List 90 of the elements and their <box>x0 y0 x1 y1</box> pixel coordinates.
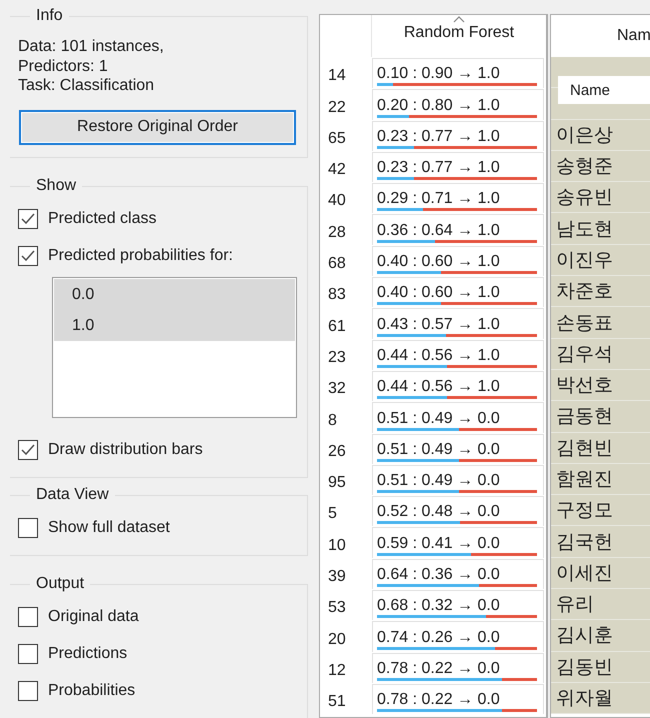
row-number: 5 <box>327 504 338 524</box>
row-number: 28 <box>327 222 347 243</box>
column-header[interactable]: Random Forest <box>404 24 514 42</box>
row-number: 51 <box>327 692 347 712</box>
prediction-text: 0.52 : 0.48 → 0.0 <box>377 503 500 522</box>
checkbox-label[interactable]: Show full dataset <box>48 519 170 537</box>
row-number: 32 <box>327 379 347 400</box>
table-cell: 김동빈 <box>551 652 650 683</box>
row-number: 26 <box>327 442 347 462</box>
prediction-text: 0.23 : 0.77 → 1.0 <box>377 159 500 178</box>
group-title: Output <box>30 574 90 594</box>
checkbox-label[interactable]: Predicted class <box>48 210 156 228</box>
table-cell: 송유빈 <box>551 182 650 214</box>
table-cell: 김현빈 <box>551 432 650 464</box>
table-cell: 위자월 <box>551 682 650 714</box>
row-number: 83 <box>327 285 347 306</box>
checkbox[interactable] <box>18 440 38 460</box>
prediction-text: 0.51 : 0.49 → 0.0 <box>377 410 500 428</box>
prediction-text: 0.78 : 0.22 → 0.0 <box>377 660 500 678</box>
table-cell: 함원진 <box>551 464 650 496</box>
info-text: Data: 101 instances, <box>18 37 165 56</box>
prediction-text: 0.20 : 0.80 → 1.0 <box>377 96 500 115</box>
table-cell: 박선호 <box>551 370 650 402</box>
row-number: 53 <box>327 598 347 618</box>
row-number: 42 <box>327 160 347 180</box>
checkbox[interactable] <box>18 644 38 664</box>
row-number: 68 <box>327 254 347 274</box>
table-cell: 손동표 <box>551 307 650 339</box>
table-cell: 이진우 <box>551 244 650 276</box>
table-cell: 금동현 <box>551 401 650 433</box>
prediction-text: 0.51 : 0.49 → 0.0 <box>377 472 500 490</box>
restore-order-button[interactable]: Restore Original Order <box>19 110 296 144</box>
prediction-text: 0.40 : 0.60 → 1.0 <box>377 253 500 272</box>
row-number: 12 <box>327 660 347 681</box>
checkbox[interactable] <box>18 607 38 627</box>
checkbox-label[interactable]: Draw distribution bars <box>48 441 203 459</box>
table-cell: 김국헌 <box>551 526 650 558</box>
row-number: 14 <box>327 66 347 86</box>
prediction-text: 0.59 : 0.41 → 0.0 <box>377 534 500 553</box>
table-cell: 김시훈 <box>551 620 650 652</box>
prediction-text: 0.51 : 0.49 → 0.0 <box>377 440 500 459</box>
row-number: 20 <box>327 630 347 650</box>
info-text: Task: Classification <box>18 76 156 96</box>
row-number: 40 <box>327 191 347 212</box>
list-item[interactable]: 0.0 <box>54 278 295 310</box>
row-number: 39 <box>327 567 347 588</box>
checkbox-label[interactable]: Probabilities <box>48 682 136 700</box>
checkbox[interactable] <box>18 246 38 266</box>
tooltip: Name <box>558 76 650 104</box>
table-cell: 김우석 <box>551 338 650 370</box>
checkbox[interactable] <box>18 681 38 701</box>
checkbox-label[interactable]: Original data <box>48 608 139 626</box>
checkmark-icon <box>21 213 35 225</box>
table-cell: 이은상 <box>551 120 650 151</box>
prediction-text: 0.43 : 0.57 → 1.0 <box>377 316 500 334</box>
row-number: 61 <box>327 316 347 337</box>
checkbox[interactable] <box>18 518 38 538</box>
row-number: 95 <box>327 473 347 494</box>
row-number: 10 <box>327 536 347 556</box>
checkmark-icon <box>21 250 35 262</box>
checkmark-icon <box>21 444 35 456</box>
prediction-text: 0.29 : 0.71 → 1.0 <box>377 190 500 208</box>
checkbox-label[interactable]: Predicted probabilities for: <box>48 247 233 265</box>
checkbox-label[interactable]: Predictions <box>48 645 128 663</box>
prediction-text: 0.78 : 0.22 → 0.0 <box>377 691 500 710</box>
prediction-text: 0.44 : 0.56 → 1.0 <box>377 378 500 396</box>
prediction-text: 0.64 : 0.36 → 0.0 <box>377 566 500 584</box>
prediction-text: 0.36 : 0.64 → 1.0 <box>377 222 500 240</box>
prediction-text: 0.68 : 0.32 → 0.0 <box>377 597 500 616</box>
info-text: Predictors: 1 <box>18 56 109 76</box>
table-cell: 차준호 <box>551 276 650 308</box>
table-cell: 송형준 <box>551 150 650 182</box>
table-cell: 남도현 <box>551 213 650 245</box>
row-number: 8 <box>327 410 338 431</box>
prediction-text: 0.74 : 0.26 → 0.0 <box>377 628 500 647</box>
sort-caret-icon <box>453 16 465 23</box>
row-number: 65 <box>327 128 347 149</box>
table-cell: 이세진 <box>551 558 650 590</box>
column-header[interactable]: Nam <box>617 27 650 45</box>
prediction-text: 0.23 : 0.77 → 1.0 <box>377 128 500 146</box>
prediction-text: 0.44 : 0.56 → 1.0 <box>377 346 500 365</box>
list-item[interactable]: 1.0 <box>54 310 295 340</box>
table-cell: 유리 <box>551 589 650 620</box>
table-cell: 구정모 <box>551 495 650 526</box>
row-number: 23 <box>327 348 347 368</box>
class-listbox[interactable]: 0.0 1.0 <box>52 276 297 418</box>
row-number: 22 <box>327 98 347 118</box>
prediction-text: 0.10 : 0.90 → 1.0 <box>377 65 500 84</box>
prediction-text: 0.40 : 0.60 → 1.0 <box>377 284 500 302</box>
checkbox[interactable] <box>18 209 38 229</box>
